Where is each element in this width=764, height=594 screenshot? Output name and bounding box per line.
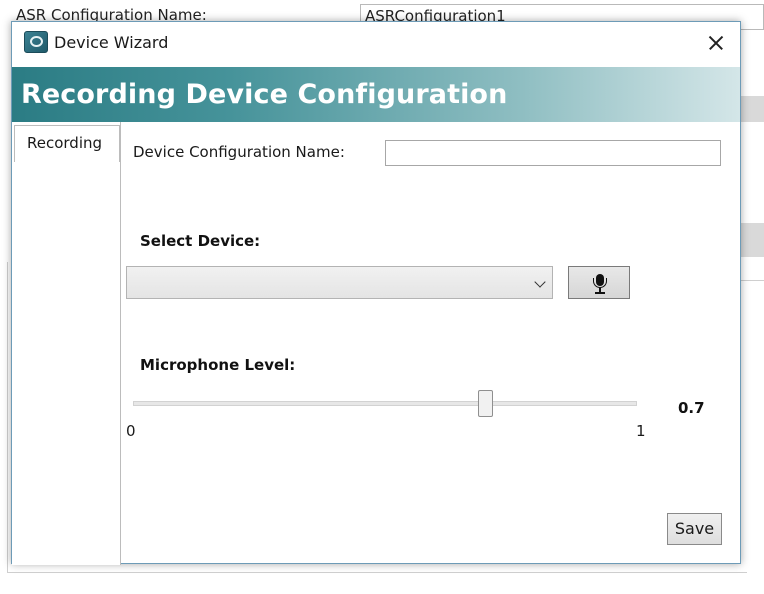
background-panel-header-2 <box>741 223 764 257</box>
window-title: Device Wizard <box>54 33 169 52</box>
close-button[interactable] <box>700 28 732 58</box>
background-panel-header <box>741 96 764 122</box>
banner-title: Recording Device Configuration <box>21 79 508 110</box>
title-bar[interactable]: Device Wizard <box>12 22 740 67</box>
background-divider <box>741 280 764 281</box>
tab-panel: Recording <box>12 122 121 565</box>
header-banner: Recording Device Configuration <box>12 67 740 122</box>
slider-max-label: 1 <box>636 422 646 440</box>
microphone-level-label: Microphone Level: <box>140 356 296 374</box>
device-config-name-label: Device Configuration Name: <box>133 143 345 161</box>
device-config-name-input[interactable] <box>385 140 721 166</box>
microphone-test-button[interactable] <box>568 266 630 299</box>
microphone-level-value: 0.7 <box>678 399 705 417</box>
select-device-label: Select Device: <box>140 232 261 250</box>
chevron-down-icon <box>534 276 546 288</box>
tab-recording[interactable]: Recording <box>14 125 120 162</box>
background-left-edge <box>7 262 8 572</box>
microphone-level-slider-track[interactable] <box>133 401 637 406</box>
device-dropdown[interactable] <box>126 266 553 299</box>
slider-min-label: 0 <box>126 422 136 440</box>
device-wizard-dialog: Device Wizard Recording Device Configura… <box>11 21 741 565</box>
microphone-level-slider-thumb[interactable] <box>478 390 494 417</box>
recording-tab-content: Device Configuration Name: Select Device… <box>122 122 741 565</box>
save-button[interactable]: Save <box>667 513 722 545</box>
wizard-app-icon <box>24 31 48 53</box>
background-bottom-edge <box>7 572 747 573</box>
